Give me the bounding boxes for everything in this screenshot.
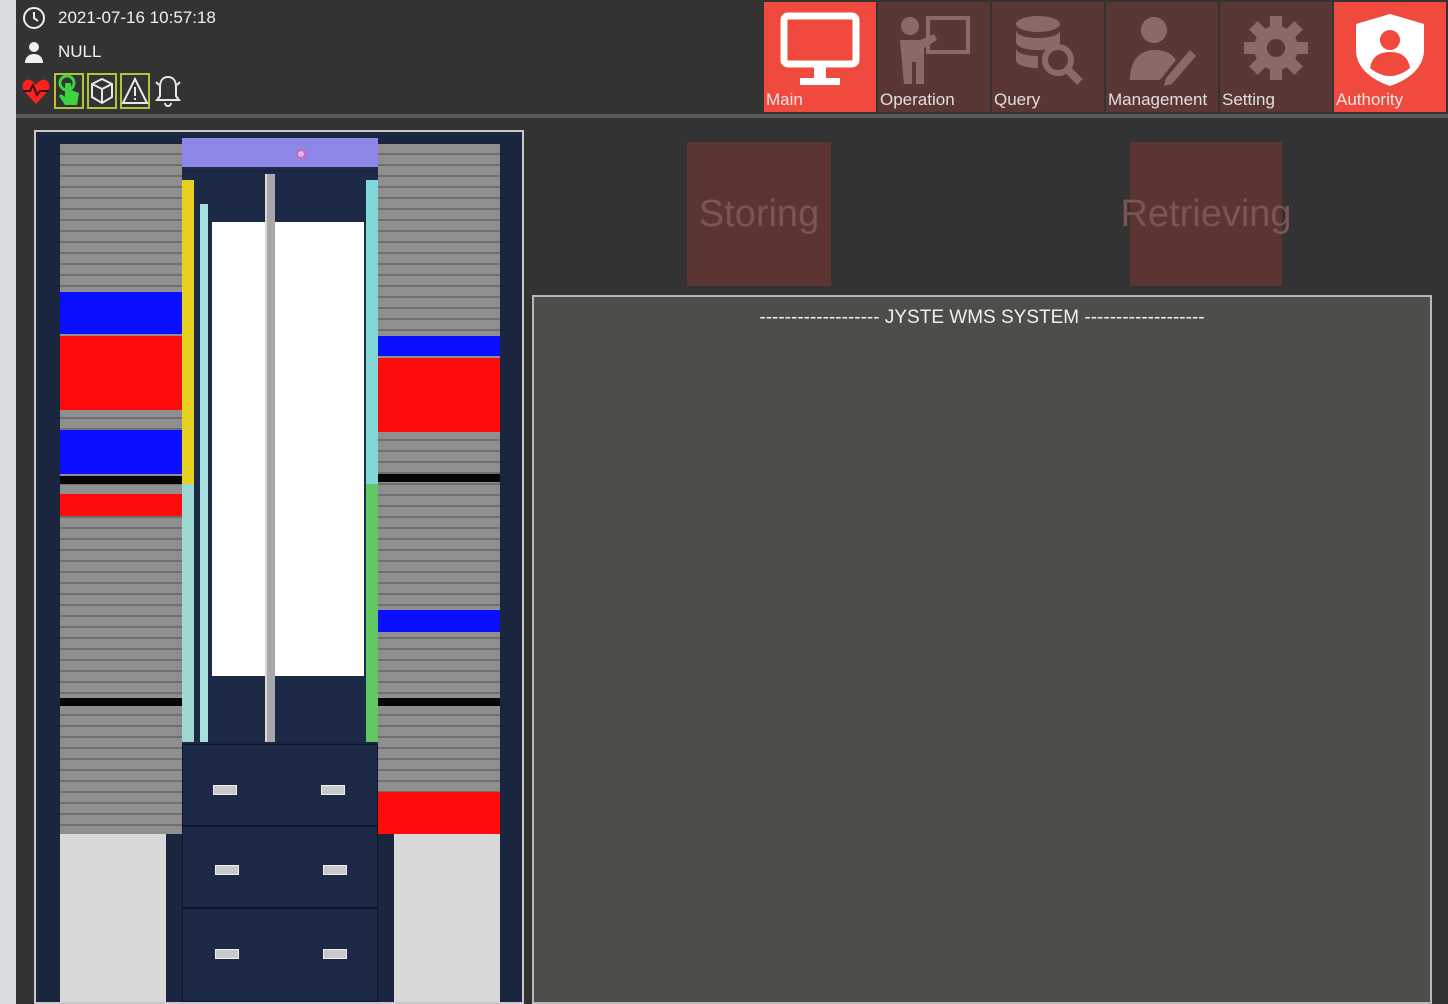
nav-management-label: Management xyxy=(1108,90,1208,109)
status-icon-bar xyxy=(20,72,183,110)
nav-authority-label: Authority xyxy=(1336,90,1404,109)
tray-occupied[interactable] xyxy=(378,792,500,834)
rack-divider xyxy=(60,476,182,484)
tray-occupied[interactable] xyxy=(378,610,500,632)
left-rack xyxy=(60,144,182,834)
drawer-1[interactable] xyxy=(182,744,378,826)
left-guide-rail-lower xyxy=(182,484,194,742)
alarm-bell-icon[interactable] xyxy=(152,72,183,110)
log-title: ------------------- JYSTE WMS SYSTEM ---… xyxy=(759,307,1205,328)
base-panel-left xyxy=(60,834,166,1002)
nav-management[interactable]: Management xyxy=(1106,2,1218,112)
drawer-handle[interactable] xyxy=(321,785,345,795)
nav-authority[interactable]: Authority xyxy=(1334,2,1446,112)
clock-icon xyxy=(23,7,45,29)
app-window: 2021-07-16 10:57:18 NULL Main Operation … xyxy=(16,0,1448,1004)
tray-occupied[interactable] xyxy=(378,336,500,356)
user-row: NULL xyxy=(22,40,101,64)
right-guide-rail xyxy=(366,180,378,484)
retrieving-button[interactable]: Retrieving xyxy=(1120,142,1292,286)
heartbeat-icon[interactable] xyxy=(20,72,51,110)
database-search-icon xyxy=(1016,16,1083,85)
presenter-icon xyxy=(900,16,970,84)
tray-occupied[interactable] xyxy=(60,292,182,334)
nav-operation-label: Operation xyxy=(880,90,955,109)
nav-setting-label: Setting xyxy=(1222,90,1275,109)
header-bar: 2021-07-16 10:57:18 NULL Main Operation … xyxy=(16,0,1448,118)
left-guide-rail xyxy=(182,180,194,484)
drawer-handle[interactable] xyxy=(323,865,347,875)
lift-pole xyxy=(265,174,275,742)
rack-divider xyxy=(378,474,500,482)
warehouse-lift-diagram xyxy=(34,130,524,1004)
tray-occupied[interactable] xyxy=(378,358,500,432)
right-guide-rail-lower xyxy=(366,484,378,742)
left-inner-rail xyxy=(200,204,208,742)
storing-button[interactable]: Storing xyxy=(687,142,831,286)
drawer-handle[interactable] xyxy=(215,949,239,959)
datetime-text: 2021-07-16 10:57:18 xyxy=(58,8,216,27)
tray-occupied[interactable] xyxy=(60,336,182,410)
drawer-handle[interactable] xyxy=(213,785,237,795)
lift-carriage-top xyxy=(182,138,378,170)
nav-query[interactable]: Query xyxy=(992,2,1104,112)
datetime-row: 2021-07-16 10:57:18 xyxy=(22,6,216,30)
user-icon xyxy=(25,42,43,63)
main-navigation: Main Operation Query Management Setting … xyxy=(764,2,1446,112)
tray-occupied[interactable] xyxy=(60,430,182,474)
sensor-dot xyxy=(296,149,306,159)
user-edit-icon xyxy=(1130,17,1196,86)
user-name: NULL xyxy=(58,42,102,61)
gear-icon xyxy=(1244,16,1308,80)
system-log-panel: ------------------- JYSTE WMS SYSTEM ---… xyxy=(532,295,1432,1004)
drawer-3[interactable] xyxy=(182,908,378,1002)
nav-main-label: Main xyxy=(766,90,803,109)
touch-hand-icon[interactable] xyxy=(53,72,84,110)
rack-divider xyxy=(60,698,182,706)
drawer-2[interactable] xyxy=(182,826,378,908)
nav-main[interactable]: Main xyxy=(764,2,876,112)
monitor-icon xyxy=(780,12,860,85)
base-panel-right xyxy=(394,834,500,1002)
nav-setting[interactable]: Setting xyxy=(1220,2,1332,112)
drawer-handle[interactable] xyxy=(323,949,347,959)
warning-icon[interactable] xyxy=(119,72,150,110)
tray-occupied[interactable] xyxy=(60,494,182,516)
rack-divider xyxy=(378,698,500,706)
nav-query-label: Query xyxy=(994,90,1041,109)
drawer-handle[interactable] xyxy=(215,865,239,875)
shield-user-icon xyxy=(1356,14,1424,86)
nav-operation[interactable]: Operation xyxy=(878,2,990,112)
lift-platform xyxy=(212,222,364,676)
right-rack xyxy=(378,144,500,834)
cube-scan-icon[interactable] xyxy=(86,72,117,110)
